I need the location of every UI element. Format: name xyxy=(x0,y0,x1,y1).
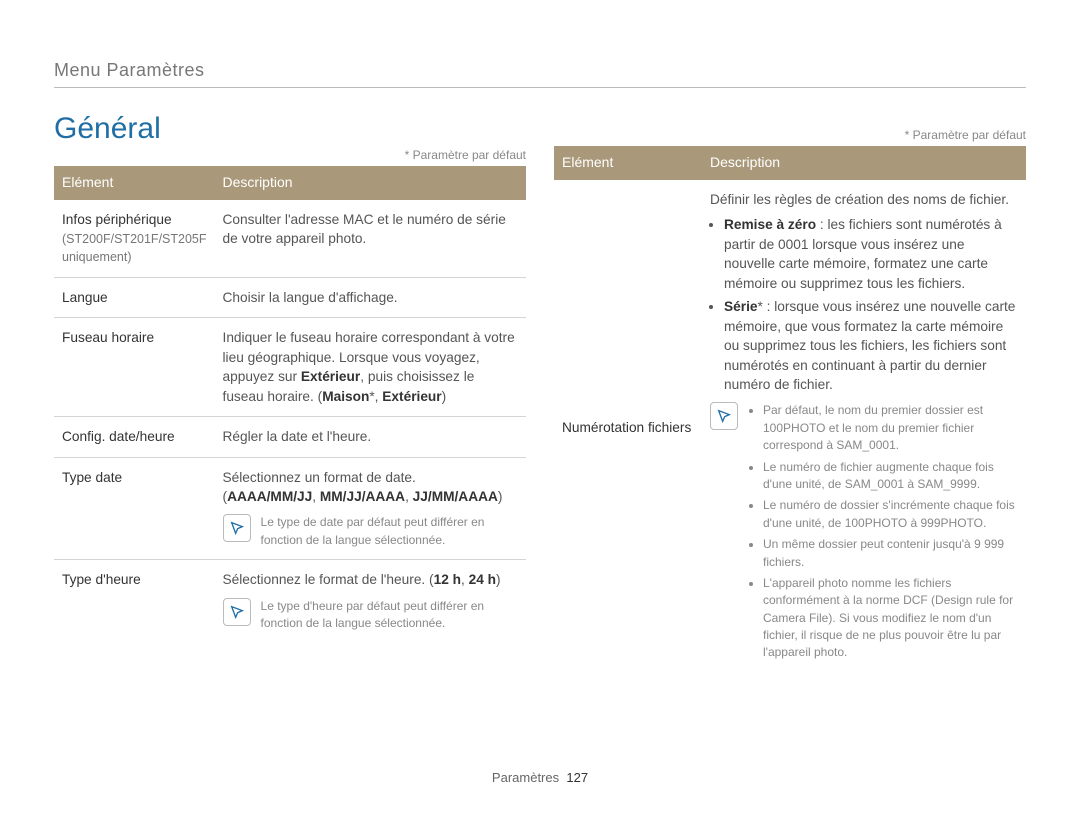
cell-description: Choisir la langue d'affichage. xyxy=(215,277,526,317)
cell-description: Indiquer le fuseau horaire correspondant… xyxy=(215,318,526,417)
note-icon xyxy=(710,402,738,430)
list-item: Série* : lorsque vous insérez une nouvel… xyxy=(724,297,1018,394)
list-item: L'appareil photo nomme les fichiers conf… xyxy=(763,575,1018,662)
cell-description: Consulter l'adresse MAC et le numéro de … xyxy=(215,200,526,277)
table-row: Fuseau horaire Indiquer le fuseau horair… xyxy=(54,318,526,417)
lead-text: Définir les règles de création des noms … xyxy=(710,190,1018,209)
footer-section: Paramètres xyxy=(492,770,559,785)
cell-description: Sélectionnez un format de date. (AAAA/MM… xyxy=(215,457,526,560)
note-box: Le type de date par défaut peut différer… xyxy=(223,514,518,549)
col-header-element: Elément xyxy=(54,166,215,200)
cell-element: Config. date/heure xyxy=(54,417,215,457)
cell-element: Type d'heure xyxy=(54,560,215,643)
breadcrumb: Menu Paramètres xyxy=(54,60,1026,81)
table-row: Type d'heure Sélectionnez le format de l… xyxy=(54,560,526,643)
row-subtitle: (ST200F/ST201F/ST205F uniquement) xyxy=(62,231,207,267)
col-header-element: Elément xyxy=(554,146,702,180)
section-title: Général xyxy=(54,112,526,146)
cell-element: Fuseau horaire xyxy=(54,318,215,417)
right-column: * Paramètre par défaut Elément Descripti… xyxy=(554,90,1026,676)
note-body: Le type de date par défaut peut différer… xyxy=(261,514,518,549)
cell-element: Type date xyxy=(54,457,215,560)
cell-description: Régler la date et l'heure. xyxy=(215,417,526,457)
col-header-description: Description xyxy=(215,166,526,200)
cell-description: Sélectionnez le format de l'heure. (12 h… xyxy=(215,560,526,643)
note-body: Par défaut, le nom du premier dossier es… xyxy=(748,402,1018,665)
default-param-caption: * Paramètre par défaut xyxy=(54,148,526,162)
note-box: Le type d'heure par défaut peut différer… xyxy=(223,598,518,633)
note-body: Le type d'heure par défaut peut différer… xyxy=(261,598,518,633)
table-row: Config. date/heure Régler la date et l'h… xyxy=(54,417,526,457)
list-item: Le numéro de fichier augmente chaque foi… xyxy=(763,459,1018,494)
list-item: Par défaut, le nom du premier dossier es… xyxy=(763,402,1018,454)
note-box: Par défaut, le nom du premier dossier es… xyxy=(710,402,1018,665)
list-item: Le numéro de dossier s'incrémente chaque… xyxy=(763,497,1018,532)
divider xyxy=(54,87,1026,88)
col-header-description: Description xyxy=(702,146,1026,180)
page-number: 127 xyxy=(566,770,588,785)
note-list: Par défaut, le nom du premier dossier es… xyxy=(748,402,1018,661)
table-row: Langue Choisir la langue d'affichage. xyxy=(54,277,526,317)
spacer xyxy=(554,90,1026,128)
option-list: Remise à zéro : les fichiers sont numéro… xyxy=(710,215,1018,394)
page-footer: Paramètres 127 xyxy=(0,770,1080,785)
manual-page: Menu Paramètres Général * Paramètre par … xyxy=(0,0,1080,815)
list-item: Un même dossier peut contenir jusqu'à 9 … xyxy=(763,536,1018,571)
note-icon xyxy=(223,514,251,542)
two-column-layout: Général * Paramètre par défaut Elément D… xyxy=(54,90,1026,676)
row-title: Infos périphérique xyxy=(62,212,172,227)
params-table-left: Elément Description Infos périphérique (… xyxy=(54,166,526,642)
list-item: Remise à zéro : les fichiers sont numéro… xyxy=(724,215,1018,293)
cell-element: Numérotation fichiers xyxy=(554,180,702,676)
table-row: Infos périphérique (ST200F/ST201F/ST205F… xyxy=(54,200,526,277)
table-row: Type date Sélectionnez un format de date… xyxy=(54,457,526,560)
params-table-right: Elément Description Numérotation fichier… xyxy=(554,146,1026,676)
default-param-caption: * Paramètre par défaut xyxy=(554,128,1026,142)
note-icon xyxy=(223,598,251,626)
table-header-row: Elément Description xyxy=(554,146,1026,180)
table-row: Numérotation fichiers Définir les règles… xyxy=(554,180,1026,676)
cell-element: Langue xyxy=(54,277,215,317)
left-column: Général * Paramètre par défaut Elément D… xyxy=(54,90,526,676)
table-header-row: Elément Description xyxy=(54,166,526,200)
cell-description: Définir les règles de création des noms … xyxy=(702,180,1026,676)
cell-element: Infos périphérique (ST200F/ST201F/ST205F… xyxy=(54,200,215,277)
